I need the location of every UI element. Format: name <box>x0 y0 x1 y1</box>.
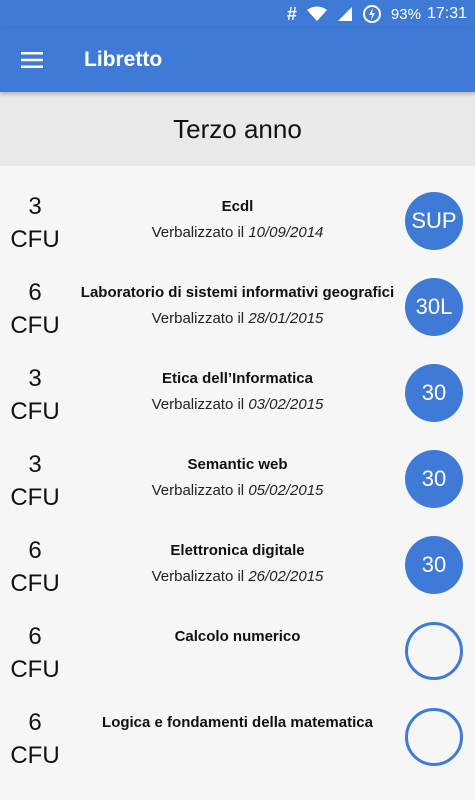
date-value: 05/02/2015 <box>248 482 324 499</box>
cfu-credits: 3 CFU <box>0 362 70 428</box>
exam-name: Semantic web <box>187 456 288 473</box>
exam-name: Calcolo numerico <box>174 628 301 645</box>
date-prefix: Verbalizzato il <box>151 396 249 413</box>
exam-info: Laboratorio di sistemi informativi geogr… <box>70 284 405 328</box>
battery-charging-icon <box>362 5 381 23</box>
grade-badge[interactable]: 30 <box>405 364 463 422</box>
exam-name: Laboratorio di sistemi informativi geogr… <box>80 284 395 301</box>
exam-date: Verbalizzato il 03/02/2015 <box>70 396 405 414</box>
exam-row[interactable]: 6 CFU Laboratorio di sistemi informativi g… <box>0 252 475 339</box>
grade-badge[interactable]: SUP <box>405 192 463 250</box>
exam-date: Verbalizzato il 26/02/2015 <box>70 568 405 586</box>
cfu-credits: 6 CFU <box>0 706 70 772</box>
exam-info: Elettronica digitale Verbalizzato il 26/0… <box>70 542 405 586</box>
section-title: Terzo anno <box>0 92 475 166</box>
exam-date: Verbalizzato il 28/01/2015 <box>70 310 405 328</box>
cfu-unit: CFU <box>10 742 60 769</box>
exam-info: Ecdl Verbalizzato il 10/09/2014 <box>70 198 405 242</box>
date-prefix: Verbalizzato il <box>151 568 249 585</box>
exam-row[interactable]: 3 CFU Ecdl Verbalizzato il 10/09/2014 SUP <box>0 166 475 253</box>
cfu-value: 3 <box>28 193 42 220</box>
exam-list: 3 CFU Ecdl Verbalizzato il 10/09/2014 SUP 6 CF… <box>0 166 475 769</box>
exam-name: Ecdl <box>221 198 254 215</box>
cfu-value: 3 <box>28 365 42 392</box>
exam-info: Calcolo numerico <box>70 628 405 646</box>
status-bar: # 93% 17:31 <box>0 0 475 28</box>
date-value: 26/02/2015 <box>248 568 324 585</box>
date-prefix: Verbalizzato il <box>151 224 249 241</box>
cfu-value: 6 <box>28 709 42 736</box>
date-value: 10/09/2014 <box>248 224 324 241</box>
date-value: 03/02/2015 <box>248 396 324 413</box>
app-bar: Libretto <box>0 28 475 92</box>
cfu-value: 6 <box>28 537 42 564</box>
exam-name: Logica e fondamenti della matematica <box>102 714 373 731</box>
exam-info: Semantic web Verbalizzato il 05/02/2015 <box>70 456 405 500</box>
cfu-credits: 6 CFU <box>0 620 70 686</box>
exam-row[interactable]: 3 CFU Semantic web Verbalizzato il 05/02/20… <box>0 424 475 511</box>
exam-row[interactable]: 6 CFU Elettronica digitale Verbalizzato il … <box>0 510 475 597</box>
exam-date: Verbalizzato il 10/09/2014 <box>70 224 405 242</box>
cfu-credits: 6 CFU <box>0 276 70 342</box>
hash-icon: # <box>286 3 297 24</box>
date-prefix: Verbalizzato il <box>151 482 249 499</box>
signal-icon <box>337 6 353 22</box>
grade-badge[interactable]: 30L <box>405 278 463 336</box>
hamburger-menu-icon[interactable] <box>0 28 64 92</box>
exam-name: Elettronica digitale <box>170 542 305 559</box>
cfu-credits: 3 CFU <box>0 190 70 256</box>
wifi-icon <box>306 6 327 22</box>
app-title: Libretto <box>84 48 163 71</box>
grade-badge[interactable]: 30 <box>405 536 463 594</box>
cfu-value: 6 <box>28 623 42 650</box>
exam-info: Logica e fondamenti della matematica <box>70 714 405 732</box>
exam-row[interactable]: 6 CFU Calcolo numerico <box>0 596 475 683</box>
cfu-credits: 3 CFU <box>0 448 70 514</box>
exam-name: Etica dell’Informatica <box>162 370 313 387</box>
exam-row[interactable]: 3 CFU Etica dell’Informatica Verbalizzato i… <box>0 338 475 425</box>
date-prefix: Verbalizzato il <box>151 310 249 327</box>
cfu-value: 3 <box>28 451 42 478</box>
exam-row[interactable]: 6 CFU Logica e fondamenti della matematica <box>0 682 475 769</box>
date-value: 28/01/2015 <box>248 310 324 327</box>
grade-badge[interactable]: 30 <box>405 450 463 508</box>
exam-info: Etica dell’Informatica Verbalizzato il 03… <box>70 370 405 414</box>
grade-badge[interactable] <box>405 708 463 766</box>
cfu-value: 6 <box>28 279 42 306</box>
grade-badge[interactable] <box>405 622 463 680</box>
battery-percent: 93% <box>390 5 421 23</box>
cfu-credits: 6 CFU <box>0 534 70 600</box>
clock: 17:31 <box>426 5 467 22</box>
exam-date: Verbalizzato il 05/02/2015 <box>70 482 405 500</box>
